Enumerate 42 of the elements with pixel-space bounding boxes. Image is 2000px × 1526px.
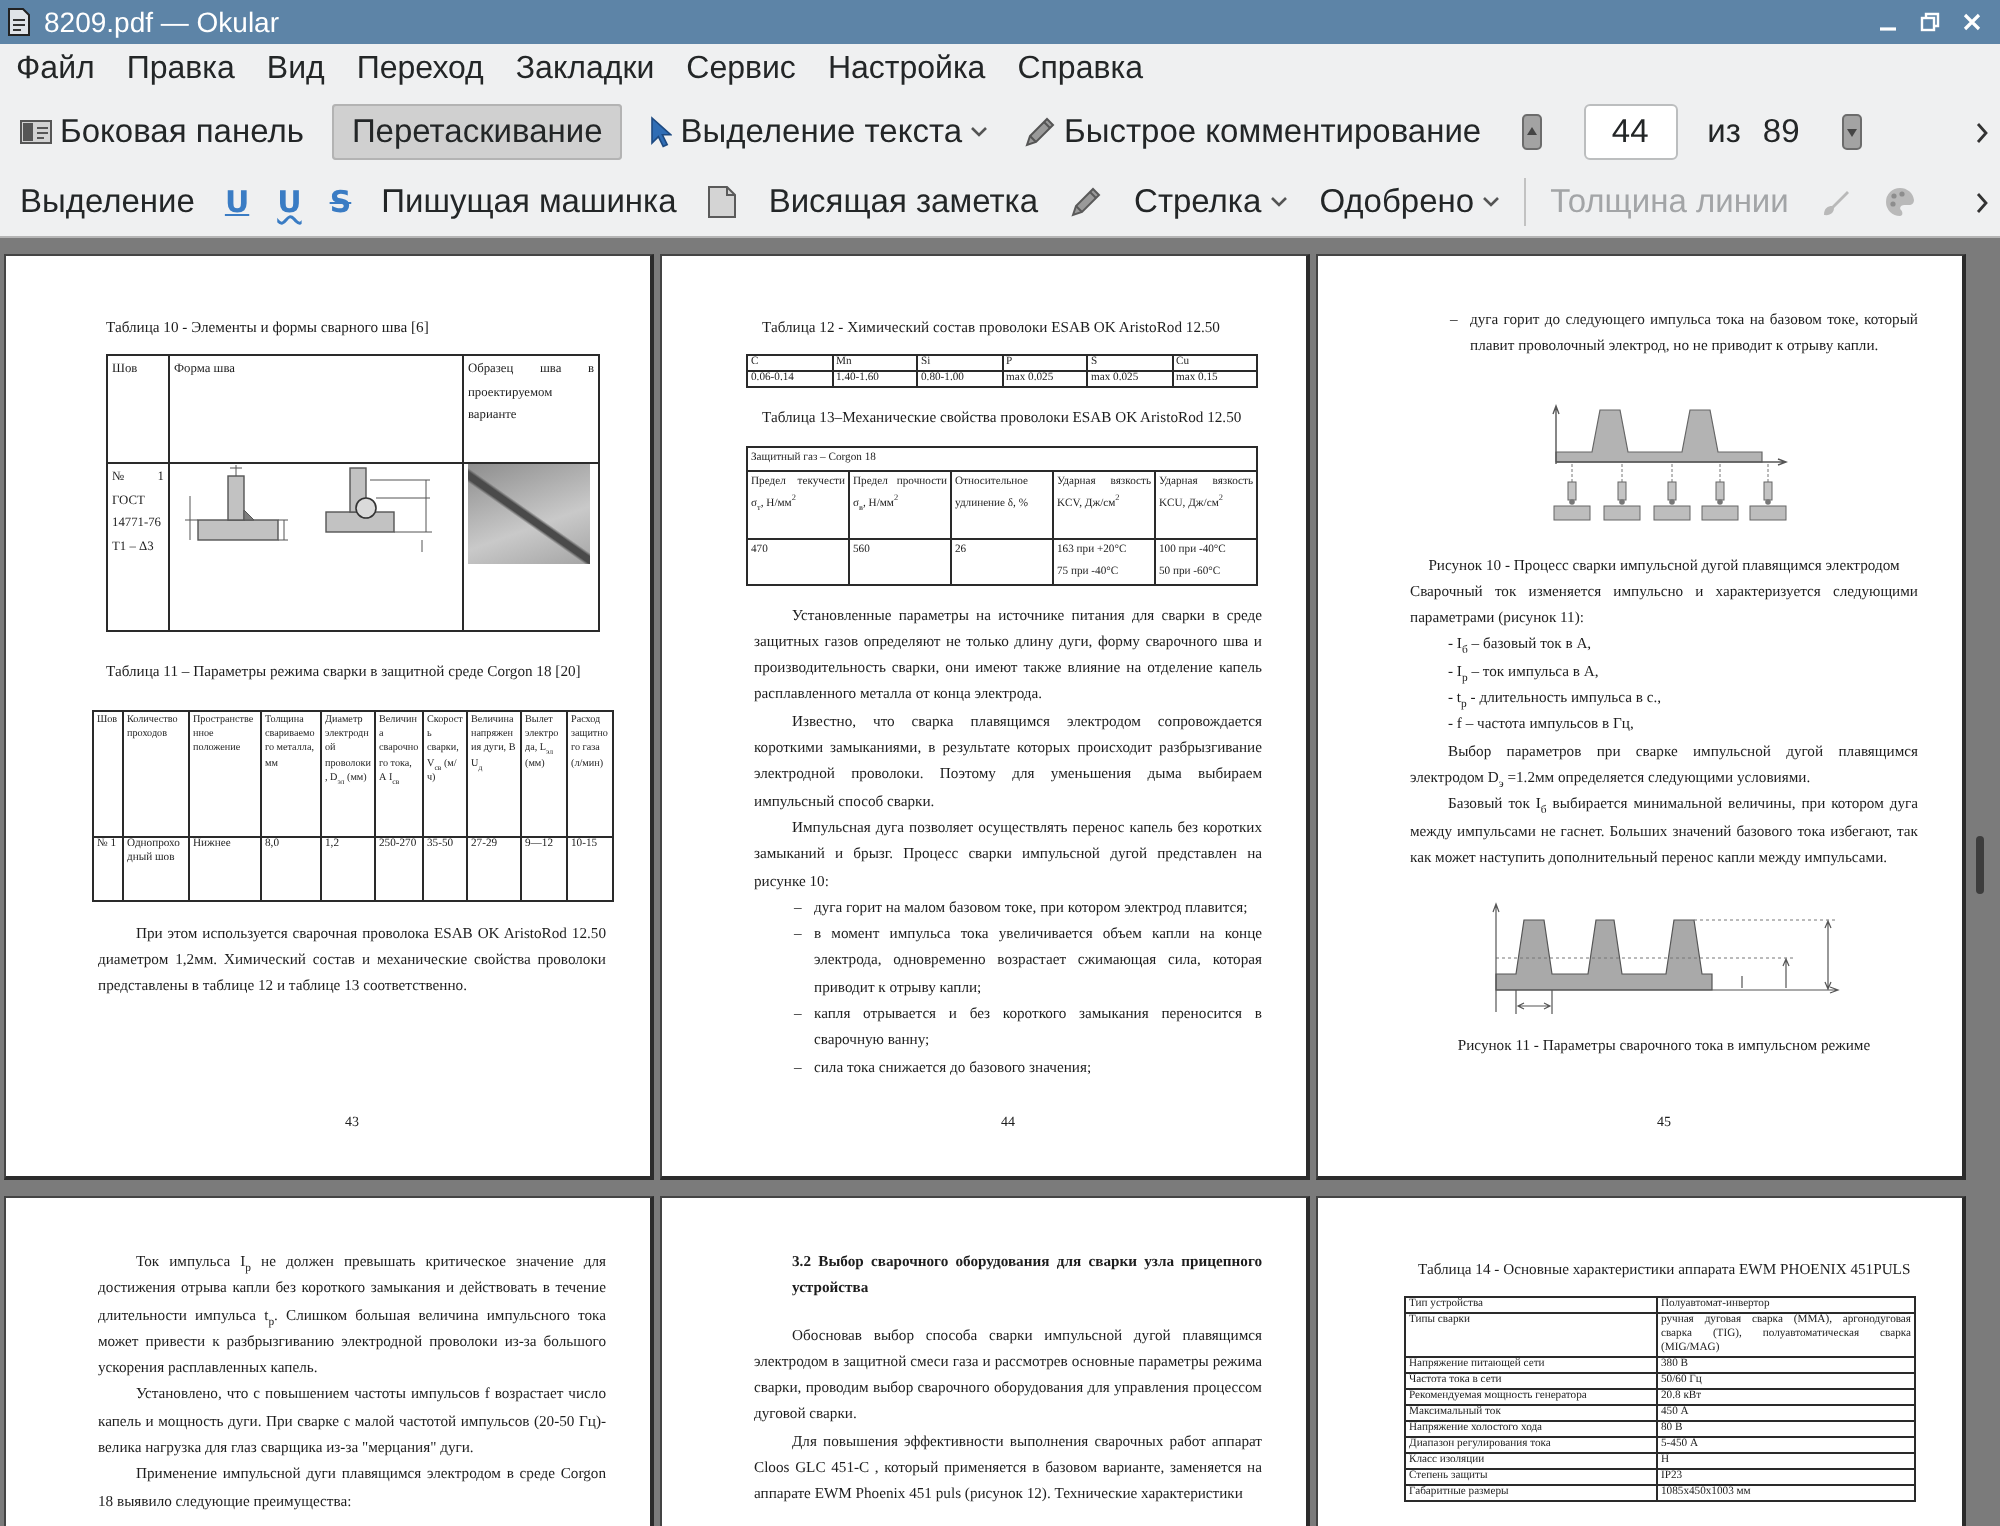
photo-placeholder — [468, 464, 590, 565]
cursor-icon — [650, 116, 673, 148]
toolbar-button[interactable]: Боковая панель — [12, 104, 312, 160]
arrow-up-icon[interactable] — [1521, 114, 1542, 150]
app-icon — [8, 8, 30, 36]
menu-item[interactable]: Вид — [250, 50, 341, 90]
weld-joint-drawing — [322, 464, 438, 553]
arrow-down-icon[interactable] — [1841, 114, 1862, 150]
toolbar-button[interactable]: Пишущая машинка — [373, 174, 685, 230]
toolbar-button[interactable]: Быстрое комментирование — [1016, 104, 1490, 160]
sidebar-icon — [20, 118, 52, 146]
pen-icon — [1024, 116, 1057, 148]
chevron-right-icon[interactable] — [1976, 191, 1988, 213]
close-icon[interactable] — [1962, 12, 1982, 32]
squiggle-button[interactable]: U — [271, 174, 308, 230]
window-title: 8209.pdf — Okular — [44, 6, 282, 38]
menu-item[interactable]: Закладки — [499, 50, 671, 90]
toolbar-button[interactable]: Висящая заметка — [760, 174, 1047, 230]
toolbar-button[interactable]: Перетаскивание — [331, 104, 623, 160]
maximize-icon[interactable] — [1920, 12, 1940, 32]
page-of-label: из — [1707, 113, 1741, 151]
toolbar-button[interactable]: Выделение текста — [642, 104, 997, 160]
chevron-right-icon[interactable] — [1976, 121, 1988, 143]
toolbar-button[interactable]: Выделение — [12, 174, 203, 230]
menu-item[interactable]: Правка — [110, 50, 251, 90]
pen-icon[interactable] — [1070, 186, 1103, 218]
menu-item[interactable]: Справка — [1001, 50, 1159, 90]
caret-icon — [1482, 196, 1501, 208]
strikeout-button[interactable]: S — [323, 174, 358, 230]
menu-item[interactable]: Настройка — [811, 50, 1002, 90]
page-count-label: 89 — [1762, 113, 1800, 151]
menu-item[interactable]: Переход — [340, 50, 500, 90]
toolbar-button[interactable]: Одобрено — [1311, 174, 1509, 230]
menu-item[interactable]: Сервис — [670, 50, 812, 90]
caret-icon — [1269, 196, 1288, 208]
caret-icon — [970, 126, 989, 138]
underline-button[interactable]: U — [218, 174, 256, 230]
note-icon[interactable] — [708, 186, 737, 218]
toolbar-button[interactable]: Стрелка — [1126, 174, 1296, 230]
scrollbar-thumb[interactable] — [1976, 836, 1984, 894]
menu-item[interactable]: Файл — [0, 50, 111, 90]
page-number-field[interactable]: 44 — [1583, 104, 1678, 160]
